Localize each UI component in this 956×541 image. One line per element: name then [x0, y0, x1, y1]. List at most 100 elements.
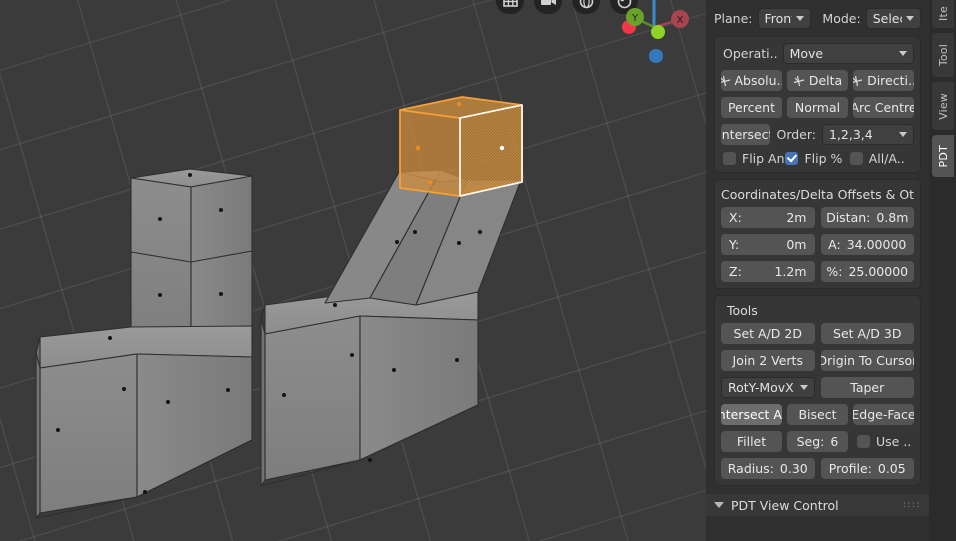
coord-z-field[interactable]: Z: 1.2m	[721, 261, 815, 282]
tab-tool[interactable]: Tool	[932, 33, 954, 77]
operation-row: Operati.. Move	[721, 43, 914, 64]
operation-label: Operati..	[721, 46, 778, 61]
plane-label: Plane:	[714, 11, 753, 26]
tools-title: Tools	[721, 302, 914, 323]
flip-angle-checkbox[interactable]: Flip An	[721, 151, 785, 166]
snap-crosshair-icon	[793, 75, 805, 87]
bisect-button[interactable]: Bisect	[787, 404, 848, 425]
svg-text:Y: Y	[631, 13, 639, 24]
sidebar-tabstrip: Ite Tool View PDT	[929, 0, 956, 541]
tools-row-5: Fillet Seg: 6 Use ..	[721, 431, 914, 452]
set-ad-2d-button[interactable]: Set A/D 2D	[721, 323, 815, 344]
coordinates-panel-wrap: Coordinates/Delta Offsets & Other Vari..…	[706, 179, 929, 289]
flip-angle-label: Flip An	[742, 151, 785, 166]
operation-panel: Operati.. Move Absolu..	[714, 36, 921, 173]
set-ad-3d-button[interactable]: Set A/D 3D	[821, 323, 915, 344]
use-verts-checkbox[interactable]: Use ..	[853, 431, 914, 452]
intersect-button[interactable]: Intersect	[721, 124, 770, 145]
gizmo-neg-y	[651, 25, 665, 39]
rotation-axis-dropdown[interactable]: RotY-MovX	[721, 377, 815, 398]
fillet-button[interactable]: Fillet	[721, 431, 782, 452]
coord-x-field[interactable]: X: 2m	[721, 207, 815, 228]
tools-row-2: Join 2 Verts Origin To Cursor	[721, 350, 914, 371]
coordinates-title: Coordinates/Delta Offsets & Other Vari..	[721, 186, 914, 207]
checkbox-box	[785, 152, 798, 165]
flip-percent-label: Flip %	[804, 151, 842, 166]
operation-panel-wrap: Operati.. Move Absolu..	[706, 36, 929, 173]
delta-button[interactable]: Delta	[787, 70, 848, 91]
percent-button[interactable]: Percent	[721, 97, 782, 118]
mode-label: Mode:	[822, 11, 860, 26]
navigation-gizmo[interactable]: Y X	[607, 0, 703, 64]
coord-y-field[interactable]: Y: 0m	[721, 234, 815, 255]
delta-button-label: Delta	[809, 73, 842, 88]
snap-crosshair-icon	[721, 75, 731, 87]
segments-field[interactable]: Seg: 6	[787, 431, 848, 452]
taper-button[interactable]: Taper	[821, 377, 915, 398]
camera-icon[interactable]	[534, 0, 562, 14]
pdt-sidebar: Plane: Front(X.. Mode: Selected Operati.…	[706, 0, 929, 541]
mode-buttons-row-1: Absolu.. Delta Directi..	[721, 70, 914, 91]
tab-pdt[interactable]: PDT	[932, 135, 954, 177]
tools-row-3: RotY-MovX Taper	[721, 377, 914, 398]
flags-row: Flip An Flip % All/A..	[721, 151, 914, 166]
intersect-order-row: Intersect Order: 1,2,3,4	[721, 124, 914, 145]
join-2-verts-button[interactable]: Join 2 Verts	[721, 350, 815, 371]
pdt-view-control-header[interactable]: PDT View Control ::::	[706, 494, 929, 516]
svg-text:X: X	[677, 15, 684, 26]
tools-row-4: Intersect All Bisect Edge-Face	[721, 404, 914, 425]
chevron-down-icon	[906, 16, 914, 21]
origin-to-cursor-button[interactable]: Origin To Cursor	[821, 350, 915, 371]
checkbox-box	[850, 152, 863, 165]
tools-panel: Tools Set A/D 2D Set A/D 3D Join 2 Verts…	[714, 295, 921, 486]
absolute-button[interactable]: Absolu..	[721, 70, 782, 91]
tab-item[interactable]: Ite	[932, 0, 954, 28]
blender-window: Y X Plane: Front(X.. Mode: Selected	[0, 0, 956, 541]
grid-icon[interactable]	[496, 0, 524, 14]
direction-button[interactable]: Directi..	[853, 70, 914, 91]
triangle-down-icon	[714, 502, 724, 508]
plane-mode-row: Plane: Front(X.. Mode: Selected	[706, 0, 929, 29]
intersect-all-button[interactable]: Intersect All	[721, 404, 782, 425]
angle-field[interactable]: A: 34.00000	[821, 234, 915, 255]
chevron-down-icon	[796, 16, 804, 21]
all-active-label: All/A..	[869, 151, 905, 166]
normal-button[interactable]: Normal	[787, 97, 848, 118]
mode-dropdown[interactable]: Selected	[866, 8, 921, 29]
checkbox-box	[857, 435, 870, 448]
gizmo-neg-z	[649, 49, 663, 63]
footer-gap	[706, 516, 929, 530]
tools-row-1: Set A/D 2D Set A/D 3D	[721, 323, 914, 344]
coordinates-panel: Coordinates/Delta Offsets & Other Vari..…	[714, 179, 921, 289]
chevron-down-icon	[899, 132, 907, 137]
absolute-button-label: Absolu..	[735, 73, 783, 88]
tab-view[interactable]: View	[932, 82, 954, 130]
chevron-down-icon	[899, 51, 907, 56]
selected-cube[interactable]	[0, 0, 706, 541]
arc-centre-button[interactable]: Arc Centre	[853, 97, 914, 118]
profile-field[interactable]: Profile: 0.05	[821, 458, 915, 479]
direction-button-label: Directi..	[867, 73, 914, 88]
all-active-checkbox[interactable]: All/A..	[850, 151, 914, 166]
sphere-icon[interactable]	[572, 0, 600, 14]
checkbox-box	[723, 152, 736, 165]
radius-field[interactable]: Radius: 0.30	[721, 458, 815, 479]
edge-face-button[interactable]: Edge-Face	[853, 404, 914, 425]
order-dropdown[interactable]: 1,2,3,4	[822, 124, 914, 145]
flip-percent-checkbox[interactable]: Flip %	[785, 151, 849, 166]
operation-dropdown[interactable]: Move	[783, 43, 914, 64]
coordinates-grid: X: 2m Distan: 0.8m Y: 0m A: 34.00000	[721, 207, 914, 282]
3d-viewport[interactable]: Y X	[0, 0, 706, 541]
mode-buttons-row-2: Percent Normal Arc Centre	[721, 97, 914, 118]
distance-field[interactable]: Distan: 0.8m	[821, 207, 915, 228]
tools-row-6: Radius: 0.30 Profile: 0.05	[721, 458, 914, 479]
order-label: Order:	[776, 127, 816, 142]
percent-field[interactable]: %: 25.00000	[821, 261, 915, 282]
use-verts-label: Use ..	[876, 434, 911, 449]
tools-panel-wrap: Tools Set A/D 2D Set A/D 3D Join 2 Verts…	[706, 295, 929, 486]
grip-dots-icon: ::::	[903, 503, 921, 508]
chevron-down-icon	[800, 385, 808, 390]
snap-crosshair-icon	[853, 75, 863, 87]
plane-dropdown[interactable]: Front(X..	[758, 8, 812, 29]
pdt-view-control-label: PDT View Control	[731, 498, 839, 513]
